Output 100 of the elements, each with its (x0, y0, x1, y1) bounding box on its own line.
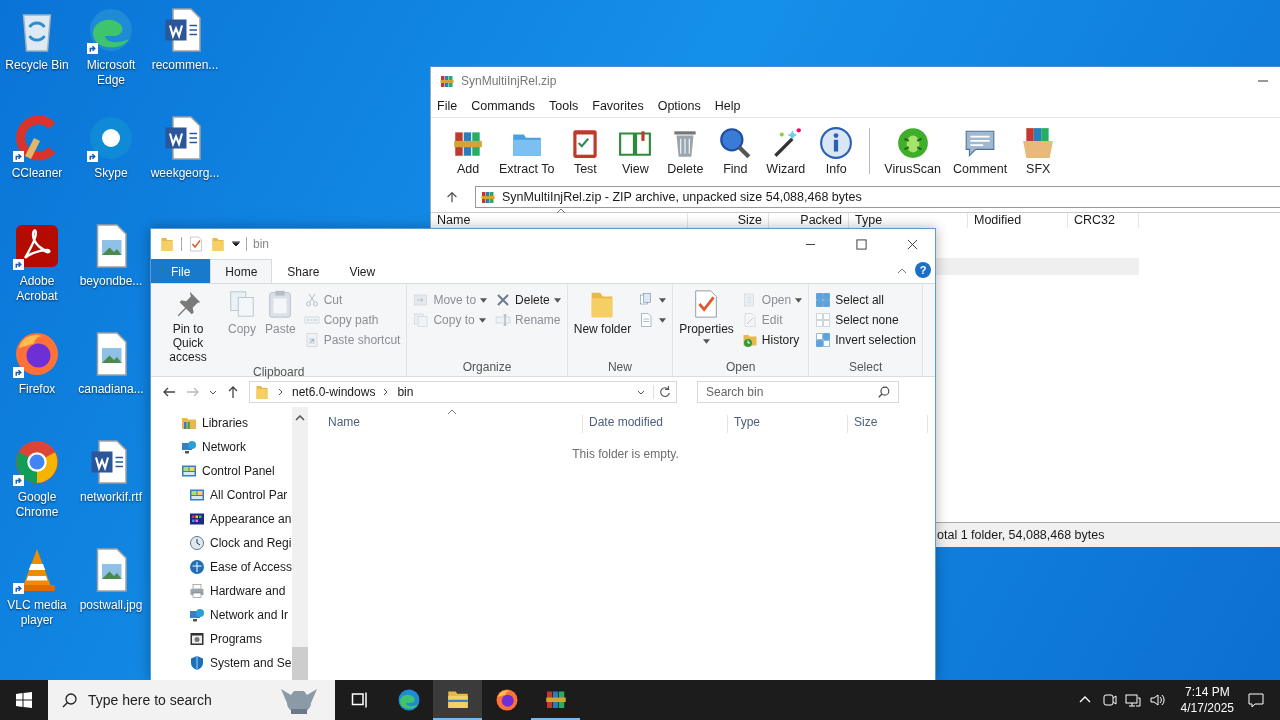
desktop-item[interactable]: canadiana... (74, 330, 148, 438)
maximize-icon[interactable] (856, 238, 867, 250)
ribbon-button[interactable]: New folder (571, 288, 634, 360)
notification-icon[interactable] (1248, 692, 1264, 708)
toolbar-button[interactable]: Find (710, 126, 761, 176)
scrollbar[interactable] (292, 407, 309, 680)
desktop-item[interactable]: Google Chrome (0, 438, 74, 546)
tree-item[interactable]: Control Panel (181, 459, 293, 483)
address-field[interactable]: SynMultiInjRel.zip - ZIP archive, unpacked size 54,088,468 bytes (475, 186, 1280, 208)
checked-page-icon[interactable] (188, 236, 204, 252)
toolbar-button[interactable]: SFX (1013, 126, 1064, 176)
ribbon-button[interactable]: Pin to Quick access (155, 288, 221, 365)
desktop-item[interactable]: Microsoft Edge (74, 6, 148, 114)
ribbon-button[interactable]: Invert selection (813, 331, 918, 349)
scroll-thumb[interactable] (292, 647, 309, 680)
chevron-icon[interactable] (278, 388, 284, 396)
menu-item[interactable]: Tools (549, 99, 579, 113)
chevron-icon[interactable] (383, 388, 390, 396)
ribbon-button[interactable]: History (739, 331, 805, 349)
desktop-item[interactable]: weekgeorg... (148, 114, 222, 222)
ribbon-button[interactable]: Properties (677, 288, 736, 360)
toolbar-button[interactable]: Extract To (493, 126, 561, 176)
search-field[interactable]: Search bin (697, 381, 899, 403)
ribbon-button[interactable]: Select all (813, 291, 918, 309)
tree-item[interactable]: Network and Ir (181, 603, 293, 627)
ribbon-tab[interactable]: Home (210, 259, 273, 283)
caret-icon[interactable] (232, 241, 240, 247)
menu-item[interactable]: Options (657, 99, 701, 113)
desktop-item[interactable]: postwall.jpg (74, 546, 148, 654)
caret-icon (795, 297, 803, 303)
column-header[interactable]: Type (728, 415, 848, 433)
info-icon (819, 126, 854, 160)
network-icon[interactable] (1124, 692, 1141, 708)
toolbar-button[interactable]: Info (811, 126, 862, 176)
desktop-item[interactable]: VLC media player (0, 546, 74, 654)
desktop-item[interactable]: Firefox (0, 330, 74, 438)
ribbon-tab[interactable]: File (151, 259, 211, 283)
caret-icon[interactable] (637, 389, 645, 395)
menu-item[interactable]: Commands (471, 99, 536, 113)
search-field[interactable]: Type here to search (48, 680, 335, 720)
ribbon-tab[interactable]: View (334, 259, 391, 283)
status-text: otal 1 folder, 54,088,468 bytes (937, 528, 1105, 542)
ribbon-button[interactable]: Delete (493, 291, 563, 309)
desktop-item[interactable]: recommen... (148, 6, 222, 114)
scissors-icon (303, 292, 320, 308)
menu-item[interactable]: Favorites (592, 99, 644, 113)
column-header[interactable]: Name (308, 415, 583, 433)
menu-item[interactable]: Help (714, 99, 741, 113)
toolbar-button[interactable]: VirusScan (878, 126, 947, 176)
toolbar-button[interactable]: Delete (660, 126, 711, 176)
program-window-icon (189, 631, 205, 647)
speaker-icon[interactable] (1148, 692, 1165, 708)
clock-date[interactable]: 4/17/2025 (1180, 700, 1234, 716)
toolbar-button[interactable]: View (610, 126, 661, 176)
breadcrumb[interactable]: bin (397, 385, 414, 399)
tree-item[interactable]: Libraries (181, 411, 293, 435)
toolbar-button[interactable]: Wizard (760, 126, 812, 176)
browser-circle-icon (13, 438, 61, 486)
collapse-caret-icon[interactable] (897, 268, 907, 274)
refresh-icon[interactable] (653, 385, 672, 399)
ribbon-button[interactable]: Select none (813, 311, 918, 329)
ribbon-tab[interactable]: Share (272, 259, 335, 283)
tree-item[interactable]: System and Se (181, 651, 293, 675)
scroll-up-icon[interactable] (295, 415, 306, 421)
device-icon[interactable] (1100, 692, 1117, 708)
up-arrow-icon[interactable] (445, 190, 459, 204)
tree-item[interactable]: All Control Par (181, 483, 293, 507)
column-header[interactable]: Size (848, 415, 928, 433)
control-panel-icon (189, 487, 205, 503)
fox-globe-icon (13, 330, 61, 378)
desktop-item[interactable]: Recycle Bin (0, 6, 74, 114)
address-field[interactable]: net6.0-windows bin (249, 381, 677, 403)
tree-item[interactable]: Appearance an (181, 507, 293, 531)
caret-icon[interactable] (209, 389, 217, 395)
toolbar-button[interactable]: Comment (947, 126, 1014, 176)
desktop-item[interactable]: CCleaner (0, 114, 74, 222)
menu-item[interactable]: File (437, 99, 458, 113)
help-button[interactable]: ? (915, 262, 931, 278)
desktop-item[interactable]: beyondbe... (74, 222, 148, 330)
close-icon[interactable] (907, 238, 918, 250)
tree-item[interactable]: Ease of Access (181, 555, 293, 579)
column-header[interactable]: Date modified (583, 415, 728, 433)
tree-item[interactable]: Clock and Regi (181, 531, 293, 555)
tree-item[interactable]: Hardware and (181, 579, 293, 603)
tree-item[interactable]: Network (181, 435, 293, 459)
group-label: Clipboard (253, 365, 305, 379)
tree-item[interactable]: Programs (181, 627, 293, 651)
desktop-item[interactable]: Adobe Acrobat (0, 222, 74, 330)
toolbar-button[interactable]: Test (560, 126, 611, 176)
clock-time[interactable]: 7:14 PM (1184, 684, 1230, 700)
desktop-item[interactable]: Skype (74, 114, 148, 222)
breadcrumb[interactable]: net6.0-windows (292, 385, 376, 399)
windows-logo-icon[interactable] (16, 692, 32, 708)
toolbar-button[interactable]: Add (443, 126, 493, 176)
column-header[interactable]: Modified (968, 213, 1068, 228)
desktop-item[interactable]: networkif.rtf (74, 438, 148, 546)
taskbar-button[interactable] (433, 680, 482, 720)
group-label: New (607, 360, 632, 374)
column-header[interactable]: CRC32 (1068, 213, 1139, 228)
shortcut-clipboard-icon (303, 332, 320, 348)
